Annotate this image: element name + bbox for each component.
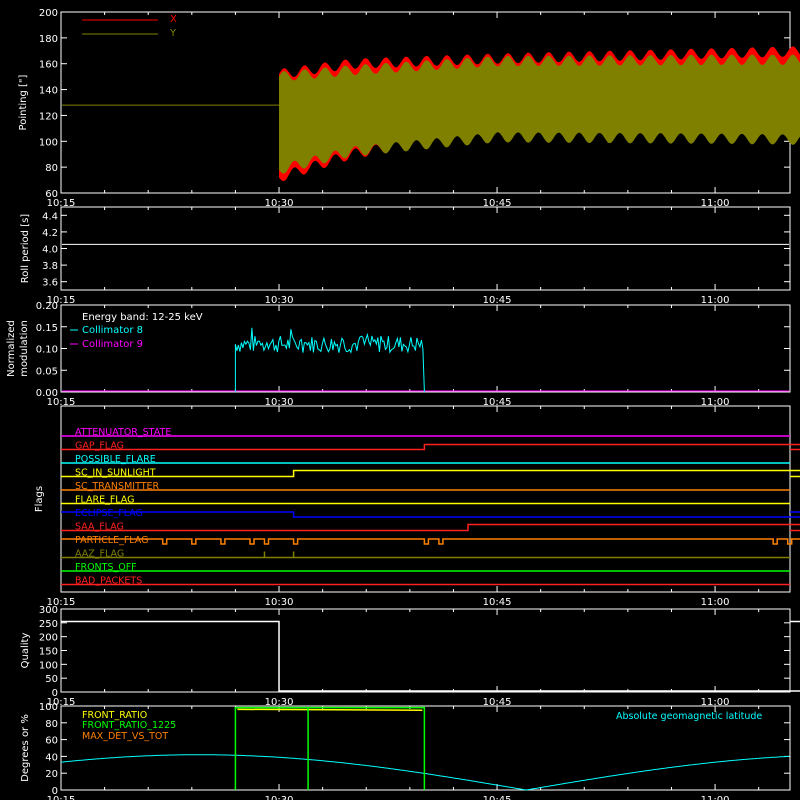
quality-ylabel: Quality — [20, 633, 31, 669]
quality-ytick-label: 0 — [52, 688, 58, 699]
modulation-ytick-label: 0.05 — [36, 366, 58, 377]
flag-label-gap_flag: GAP_FLAG — [75, 441, 124, 452]
pointing-ytick-label: 200 — [39, 8, 58, 19]
pointing-ytick-label: 140 — [39, 86, 58, 97]
legend-x-label: X — [170, 14, 177, 25]
pointing-ytick-label: 80 — [45, 163, 58, 174]
quality-ytick-label: 150 — [39, 647, 58, 658]
flag-line-gap_flag — [61, 443, 800, 451]
pointing-ytick-label: 60 — [45, 189, 58, 200]
modulation-legend-title: Energy band: 12-25 keV — [82, 312, 203, 323]
modulation-ylabel-line1: Normalized — [6, 320, 17, 377]
front-ytick-label: 0 — [52, 786, 58, 797]
flags-xtick-label: 10:30 — [265, 597, 294, 608]
flag-label-flare_flag: FLARE_FLAG — [75, 495, 135, 506]
flag-label-bad_packets: BAD_PACKETS — [75, 576, 142, 587]
legend-geomag-latitude: Absolute geomagnetic latitude — [616, 711, 762, 722]
front-ratio-block — [237, 708, 423, 711]
flags-xtick-label: 10:45 — [483, 597, 512, 608]
legend-front-ratio-1225: FRONT_RATIO_1225 — [82, 720, 176, 731]
pointing-ytick-label: 180 — [39, 34, 58, 45]
flag-label-sc_in_sunlight: SC_IN_SUNLIGHT — [75, 468, 156, 479]
flags-ylabel: Flags — [34, 486, 45, 512]
flag-label-possible_flare: POSSIBLE_FLARE — [75, 454, 156, 465]
front-ytick-label: 100 — [39, 702, 58, 713]
front-ytick-label: 80 — [45, 719, 58, 730]
quality-ytick-label: 50 — [45, 674, 58, 685]
flag-label-saa_flag: SAA_FLAG — [75, 522, 124, 533]
flag-label-fronts_off: FRONTS_OFF — [75, 562, 137, 573]
roll-frame — [60, 206, 791, 291]
quality-ytick-label: 250 — [39, 619, 58, 630]
flag-label-aaz_flag: AAZ_FLAG — [75, 549, 124, 560]
modulation-ylabel-line2: modulation — [19, 320, 30, 377]
flag-line-saa_flag — [61, 523, 800, 532]
roll-ytick-label: 4.2 — [42, 228, 58, 239]
pointing-ylabel: Pointing ["] — [18, 74, 29, 130]
flags-xtick-label: 11:00 — [701, 597, 730, 608]
roll-xtick-label: 10:45 — [483, 295, 512, 306]
front-xtick-label: 10:30 — [265, 795, 294, 800]
flag-line-sc_in_sunlight — [61, 469, 800, 478]
rhessi-quicklook-chart: 10:1510:3010:4511:0011:1511:3011:4560801… — [6, 8, 800, 800]
flag-label-eclipse_flag: ECLIPSE_FLAG — [75, 508, 143, 519]
quality-ytick-label: 100 — [39, 660, 58, 671]
roll-ytick-label: 3.8 — [42, 261, 58, 272]
collimator8-interval — [234, 327, 425, 393]
flag-label-sc_transmitter: SC_TRANSMITTER — [75, 481, 160, 492]
quality-series — [61, 620, 800, 692]
roll-ylabel: Roll period [s] — [20, 214, 31, 283]
roll-xtick-label: 11:00 — [701, 295, 730, 306]
front-ytick-label: 60 — [45, 736, 58, 747]
modulation-ytick-label: 0.15 — [36, 323, 58, 334]
roll-ytick-label: 4.4 — [42, 211, 58, 222]
legend-collimator8-label: Collimator 8 — [82, 325, 143, 336]
front-ylabel: Degrees or % — [20, 714, 31, 782]
roll-ytick-label: 4.0 — [42, 245, 58, 256]
flag-label-particle_flag: PARTICLE_FLAG — [75, 535, 148, 546]
pointing-ytick-label: 100 — [39, 137, 58, 148]
legend-y-label: Y — [169, 28, 177, 39]
roll-xtick-label: 10:30 — [265, 295, 294, 306]
front-xtick-label: 10:45 — [483, 795, 512, 800]
legend-collimator9-label: Collimator 9 — [82, 339, 143, 350]
pointing-ytick-label: 120 — [39, 111, 58, 122]
flag-line-eclipse_flag — [61, 511, 800, 518]
quality-ytick-label: 300 — [39, 605, 58, 616]
legend-max-det-vs-tot: MAX_DET_VS_TOT — [82, 731, 168, 742]
front-ytick-label: 20 — [45, 769, 58, 780]
modulation-ytick-label: 0.20 — [36, 301, 58, 312]
roll-ytick-label: 3.6 — [42, 278, 58, 289]
front-ytick-label: 40 — [45, 752, 58, 763]
flag-label-attenuator_state: ATTENUATOR_STATE — [75, 427, 171, 438]
modulation-ytick-label: 0.10 — [36, 345, 58, 356]
modulation-ytick-label: 0.00 — [36, 388, 58, 399]
pointing-ytick-label: 160 — [39, 60, 58, 71]
front-ratio-1225-block — [234, 706, 426, 790]
flag-line-particle_flag — [61, 538, 800, 545]
quality-ytick-label: 200 — [39, 633, 58, 644]
front-xtick-label: 11:00 — [701, 795, 730, 800]
